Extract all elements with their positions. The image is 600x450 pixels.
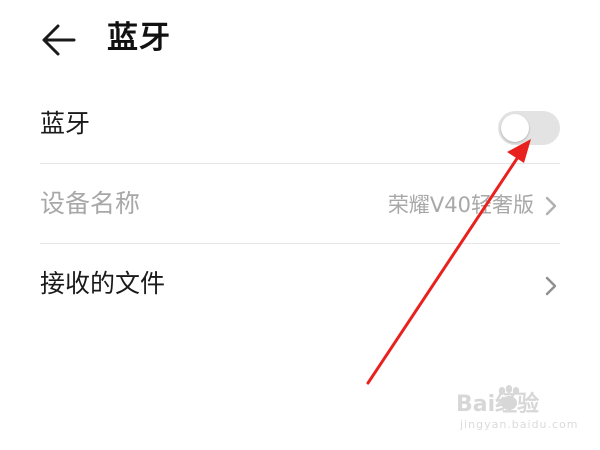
page-title: 蓝牙 [107,20,171,56]
watermark: Bai经验 jingyan.baidu.com [456,384,586,440]
bluetooth-toggle[interactable] [498,111,560,145]
received-files-row[interactable]: 接收的文件 [40,244,560,324]
toggle-knob [501,114,529,142]
received-files-label: 接收的文件 [40,269,166,298]
watermark-url: jingyan.baidu.com [460,418,579,431]
bluetooth-row[interactable]: 蓝牙 [40,84,560,164]
watermark-brand: Bai经验 [456,392,540,417]
device-name-label: 设备名称 [40,189,141,218]
header-bar: 蓝牙 [0,0,600,80]
back-arrow-icon [42,24,76,56]
device-name-value: 荣耀V40轻奢版 [387,193,534,217]
bluetooth-label: 蓝牙 [40,109,91,138]
chevron-right-icon [545,276,557,296]
chevron-right-icon [545,196,557,216]
device-name-row: 设备名称 荣耀V40轻奢版 [40,164,560,244]
back-button[interactable] [36,18,84,62]
